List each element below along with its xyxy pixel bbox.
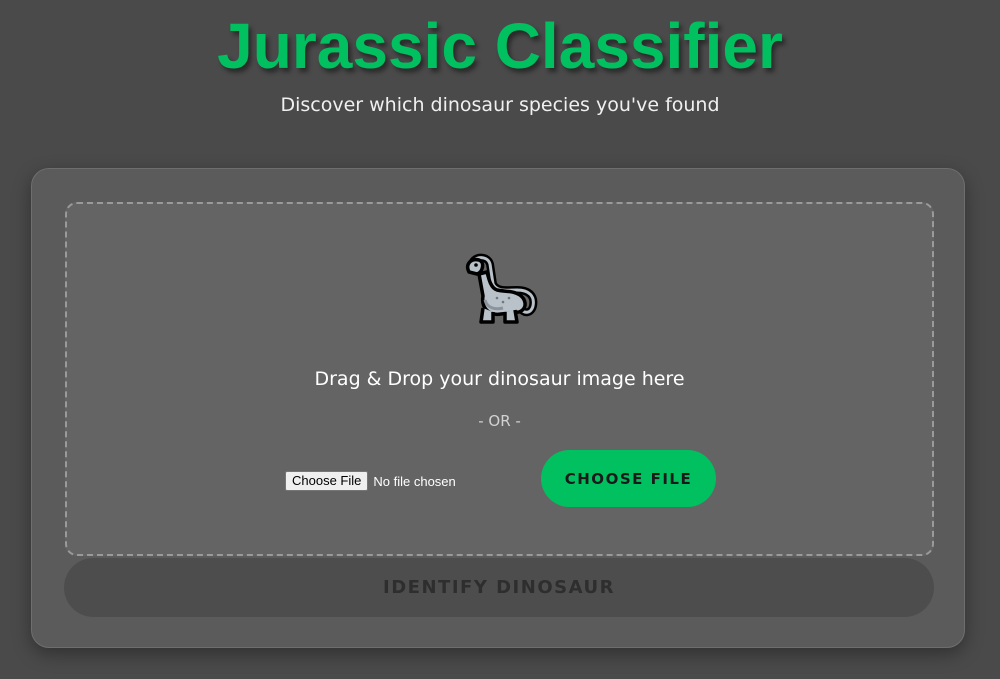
page-title: Jurassic Classifier bbox=[217, 10, 783, 82]
dinosaur-icon bbox=[466, 253, 538, 324]
app-root: Jurassic Classifier Discover which dinos… bbox=[0, 0, 1000, 679]
drop-zone[interactable]: Drag & Drop your dinosaur image here - O… bbox=[65, 202, 934, 556]
native-choose-file-button[interactable]: Choose File bbox=[285, 471, 369, 491]
page-subtitle: Discover which dinosaur species you've f… bbox=[280, 94, 720, 116]
drop-instructions: Drag & Drop your dinosaur image here bbox=[314, 368, 685, 390]
choose-file-button[interactable]: CHOOSE FILE bbox=[541, 450, 716, 507]
file-input[interactable]: Choose File No file chosen bbox=[285, 470, 456, 492]
or-separator: - OR - bbox=[478, 412, 521, 430]
upload-card: Drag & Drop your dinosaur image here - O… bbox=[31, 168, 965, 648]
identify-dinosaur-button[interactable]: IDENTIFY DINOSAUR bbox=[64, 558, 934, 617]
file-status: No file chosen bbox=[373, 473, 456, 489]
